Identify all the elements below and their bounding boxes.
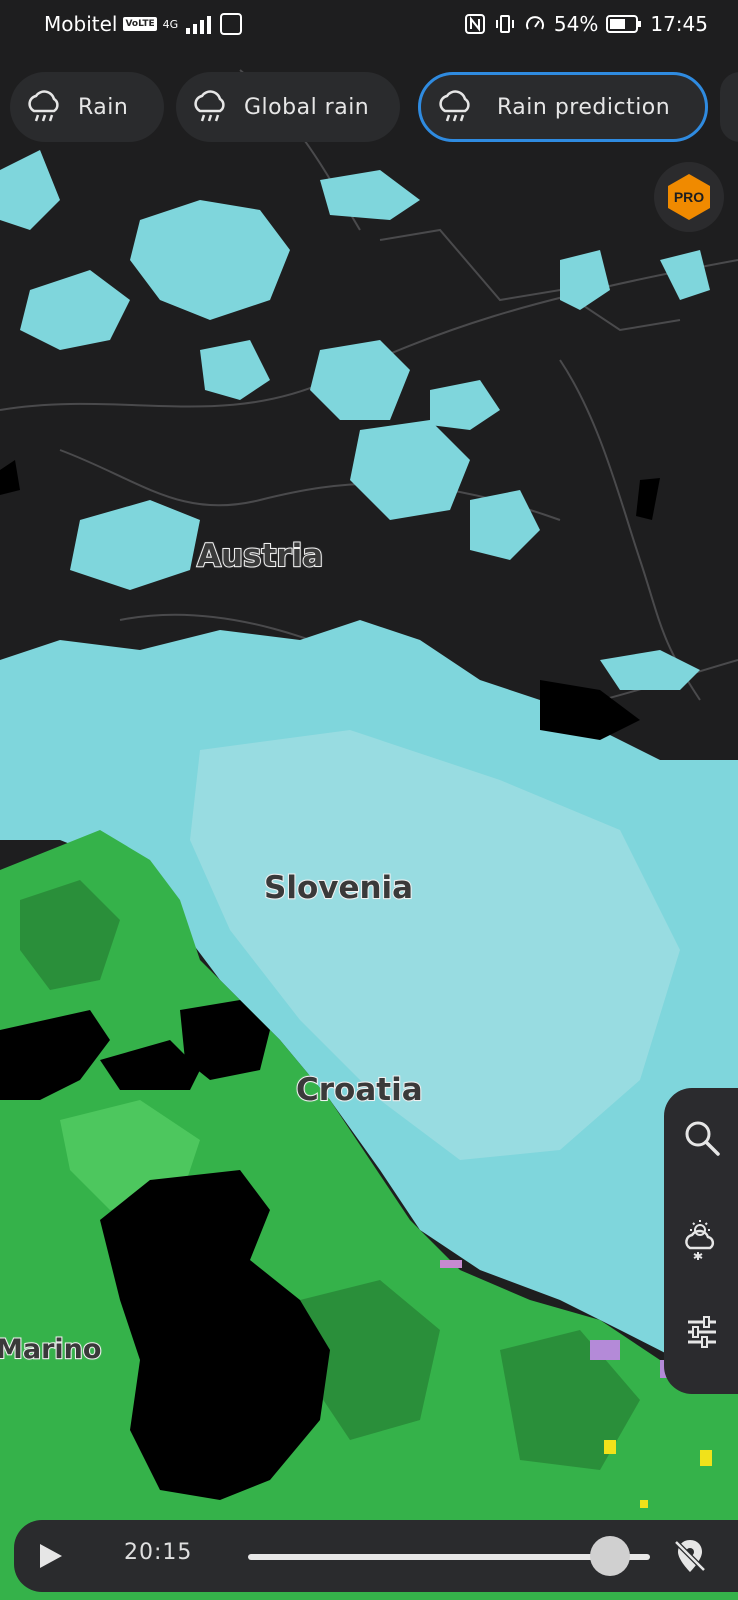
pro-hexagon-icon: PRO xyxy=(668,174,710,220)
rain-cloud-icon xyxy=(28,90,59,122)
sliders-icon xyxy=(688,1316,716,1348)
chip-global-rain[interactable]: Global rain xyxy=(176,72,400,142)
nfc-icon xyxy=(464,14,485,34)
play-button[interactable] xyxy=(34,1540,66,1572)
timeline-slider-thumb[interactable] xyxy=(589,1536,630,1576)
rain-cloud-icon xyxy=(439,90,470,122)
battery-icon xyxy=(606,15,642,33)
chip-rain[interactable]: Rain xyxy=(10,72,164,142)
clock: 17:45 xyxy=(650,12,708,36)
map-label-slovenia: Slovenia xyxy=(263,869,414,907)
play-icon xyxy=(40,1544,62,1568)
pro-button[interactable]: PRO xyxy=(654,162,724,232)
signal-icon xyxy=(186,16,212,34)
map-label-austria: Austria xyxy=(196,537,324,575)
pro-label: PRO xyxy=(674,189,704,205)
volte-badge: VoLTE xyxy=(123,17,157,31)
vibrate-icon xyxy=(495,15,514,33)
search-icon xyxy=(685,1121,720,1156)
status-bar: Mobitel VoLTE 4G 54% 17:45 xyxy=(0,0,738,52)
rain-cloud-icon xyxy=(194,90,225,122)
network-type: 4G xyxy=(162,17,179,31)
weather-button[interactable] xyxy=(680,1218,724,1262)
carrier-name: Mobitel xyxy=(44,12,118,36)
map-label-marino: Marino xyxy=(0,1333,102,1366)
chip-more[interactable] xyxy=(720,72,738,142)
location-off-button[interactable] xyxy=(670,1536,710,1576)
chip-rain-prediction-label: Rain prediction xyxy=(497,94,671,120)
map-side-panel xyxy=(664,1088,738,1394)
data-saver-icon xyxy=(525,16,544,30)
playback-bar: 20:15 xyxy=(14,1520,738,1592)
layer-settings-button[interactable] xyxy=(680,1310,724,1354)
chip-rain-label: Rain xyxy=(78,94,129,120)
battery-percent: 54% xyxy=(553,12,599,36)
chip-rain-prediction[interactable]: Rain prediction xyxy=(418,72,708,142)
radar-map[interactable] xyxy=(0,0,738,1600)
chip-global-rain-label: Global rain xyxy=(244,94,370,120)
map-label-croatia: Croatia xyxy=(295,1071,424,1109)
search-button[interactable] xyxy=(680,1116,724,1160)
app-notification-icon xyxy=(220,13,243,35)
weather-snow-cloud-icon xyxy=(685,1220,715,1260)
forecast-time: 20:15 xyxy=(124,1540,193,1565)
